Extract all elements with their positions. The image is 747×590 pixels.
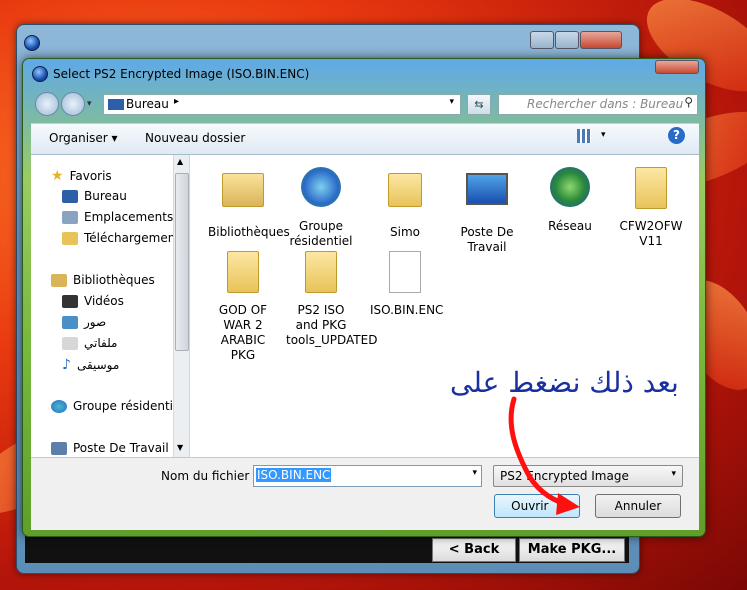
videos-icon xyxy=(62,295,78,308)
organize-menu[interactable]: Organiser ▾ xyxy=(49,131,117,145)
help-icon[interactable]: ? xyxy=(668,127,685,144)
breadcrumb-chevron-icon[interactable]: ▸ xyxy=(174,96,179,107)
folder-icon xyxy=(227,251,259,293)
app-orb-icon xyxy=(24,35,40,51)
toolbar: Organiser ▾ Nouveau dossier ▾ ? xyxy=(31,123,699,155)
file-item-libraries[interactable]: Bibliothèques xyxy=(208,163,290,240)
computer-icon xyxy=(51,442,67,455)
folder-icon xyxy=(305,251,337,293)
back-button[interactable]: < Back xyxy=(432,538,516,562)
file-item-iso-bin-enc[interactable]: ISO.BIN.ENC xyxy=(370,247,443,318)
nav-item-computer[interactable]: Poste De Travail xyxy=(51,441,169,455)
history-dropdown-icon[interactable]: ▾ xyxy=(87,99,92,109)
address-bar[interactable]: Bureau ▸ ▾ xyxy=(103,94,461,115)
open-file-dialog: Select PS2 Encrypted Image (ISO.BIN.ENC)… xyxy=(22,58,706,537)
homegroup-icon xyxy=(301,167,341,207)
nav-item-pictures[interactable]: صور xyxy=(62,315,106,329)
documents-icon xyxy=(62,337,78,350)
file-list: Bibliothèques Groupe résidentiel Simo Po… xyxy=(190,155,699,457)
downloads-icon xyxy=(62,232,78,245)
homegroup-icon xyxy=(51,400,67,413)
file-item-cfw2ofw[interactable]: CFW2OFW V11 xyxy=(616,163,686,249)
filename-label: Nom du fichier : xyxy=(161,469,258,483)
filename-value: ISO.BIN.ENC xyxy=(256,468,332,482)
file-item-ps2tools[interactable]: PS2 ISO and PKG tools_UPDATED xyxy=(286,247,377,348)
maximize-button[interactable] xyxy=(555,31,579,49)
search-input[interactable]: Rechercher dans : Bureau ⚲ xyxy=(498,94,698,115)
arrow-head xyxy=(556,493,580,515)
recent-places-icon xyxy=(62,211,78,224)
libraries-icon xyxy=(222,173,264,207)
computer-icon xyxy=(466,173,508,205)
search-icon[interactable]: ⚲ xyxy=(684,95,693,109)
dialog-title: Select PS2 Encrypted Image (ISO.BIN.ENC) xyxy=(53,67,310,81)
file-item-simo[interactable]: Simo xyxy=(370,163,440,240)
network-icon xyxy=(550,167,590,207)
nav-item-favoris[interactable]: ★ Favoris xyxy=(51,168,112,184)
search-placeholder: Rechercher dans : Bureau xyxy=(527,97,684,111)
nav-item-homegroup[interactable]: Groupe résidentiel xyxy=(51,399,184,413)
file-item-homegroup[interactable]: Groupe résidentiel xyxy=(286,163,356,249)
annotation-arrow xyxy=(508,396,580,515)
desktop-icon xyxy=(108,99,124,110)
bottom-panel: Nom du fichier : ISO.BIN.ENC ▾ PS2 Encry… xyxy=(31,457,699,530)
new-folder-button[interactable]: Nouveau dossier xyxy=(145,131,245,145)
nav-item-documents[interactable]: ملفاتي xyxy=(62,336,117,350)
file-item-godofwar[interactable]: GOD OF WAR 2 ARABIC PKG xyxy=(208,247,278,363)
scroll-up-icon[interactable]: ▲ xyxy=(177,157,183,166)
star-icon: ★ xyxy=(51,168,64,184)
navigation-pane: ★ Favoris Bureau Emplacements ré Téléchar… xyxy=(31,155,190,457)
filename-dropdown-icon[interactable]: ▾ xyxy=(472,468,477,478)
file-item-network[interactable]: Réseau xyxy=(535,163,605,234)
file-icon xyxy=(389,251,421,293)
pictures-icon xyxy=(62,316,78,329)
folder-icon xyxy=(635,167,667,209)
back-arrow-icon[interactable] xyxy=(35,92,59,116)
desktop-icon xyxy=(62,190,78,203)
nav-item-bureau[interactable]: Bureau xyxy=(62,189,127,203)
arrow-stroke xyxy=(508,396,571,508)
forward-arrow-icon[interactable] xyxy=(61,92,85,116)
filename-input[interactable]: ISO.BIN.ENC ▾ xyxy=(253,465,482,487)
make-pkg-button[interactable]: Make PKG... xyxy=(519,538,625,562)
libraries-icon xyxy=(51,274,67,287)
nav-item-downloads[interactable]: Téléchargements xyxy=(62,231,186,245)
nav-item-videos[interactable]: Vidéos xyxy=(62,294,124,308)
user-folder-icon xyxy=(388,173,422,207)
nav-scrollbar[interactable]: ▲ ▼ xyxy=(173,155,189,457)
dialog-orb-icon xyxy=(32,66,48,82)
filetype-dropdown-icon[interactable]: ▾ xyxy=(671,469,676,479)
minimize-button[interactable] xyxy=(530,31,554,49)
address-location: Bureau xyxy=(126,97,169,111)
nav-item-music[interactable]: ♪ موسيقى xyxy=(62,357,119,373)
nav-item-libraries[interactable]: Bibliothèques xyxy=(51,273,155,287)
scrollbar-thumb[interactable] xyxy=(175,173,189,351)
nav-item-recent[interactable]: Emplacements ré xyxy=(62,210,189,224)
address-dropdown-icon[interactable]: ▾ xyxy=(449,97,454,107)
view-options-icon[interactable] xyxy=(577,129,591,143)
music-icon: ♪ xyxy=(62,357,71,373)
dialog-close-button[interactable] xyxy=(655,60,699,74)
refresh-icon[interactable]: ⇆ xyxy=(467,94,491,115)
file-item-computer[interactable]: Poste De Travail xyxy=(452,163,522,255)
cancel-button[interactable]: Annuler xyxy=(595,494,681,518)
view-dropdown-icon[interactable]: ▾ xyxy=(601,130,606,140)
close-button[interactable] xyxy=(580,31,622,49)
scroll-down-icon[interactable]: ▼ xyxy=(177,443,183,452)
